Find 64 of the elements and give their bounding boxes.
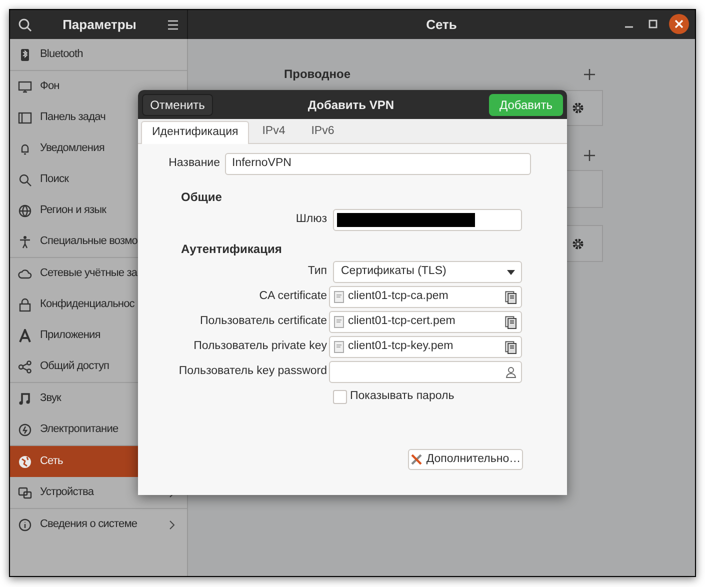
checkbox[interactable]: Показывать пароль	[333, 388, 454, 406]
settings-icon[interactable]	[571, 101, 585, 115]
sidebar-item[interactable]: Конфиденциальнос	[10, 289, 187, 320]
share-icon	[18, 360, 32, 374]
sidebar-item[interactable]: Сведения о системе	[10, 509, 187, 540]
field-label: CA certificate	[258, 289, 327, 304]
sidebar-item[interactable]: Устройства	[10, 477, 187, 508]
tab[interactable]: IPv6	[298, 120, 348, 143]
field-label: Пользователь certificate	[198, 314, 327, 330]
power-icon	[18, 422, 32, 436]
panel-icon	[18, 110, 32, 124]
add-icon[interactable]	[584, 68, 595, 80]
file-chooser[interactable]: client01-tcp-ca.pem	[329, 286, 522, 308]
sidebar-item[interactable]: Bluetooth	[10, 39, 187, 70]
search-icon[interactable]	[18, 18, 32, 32]
letter-a-icon	[18, 328, 32, 342]
lock-icon	[18, 298, 32, 312]
sidebar-title: Параметры	[62, 16, 136, 34]
field-label: Пользователь private key	[192, 339, 327, 354]
name-field[interactable]: InfernoVPN	[225, 153, 531, 175]
document-icon	[334, 341, 344, 353]
close-icon[interactable]	[669, 14, 689, 34]
phone-icon	[18, 48, 32, 62]
sidebar-item[interactable]: Сетевые учётные за	[10, 258, 187, 289]
group-heading: Общие	[181, 190, 222, 204]
search-icon	[18, 172, 32, 186]
sidebar-item[interactable]: Звук	[10, 383, 187, 414]
dropdown[interactable]: Сертификаты (TLS)	[333, 261, 522, 283]
chevron-right-icon	[169, 520, 175, 530]
advanced-button[interactable]: Дополнительно…	[408, 449, 523, 470]
info-icon	[18, 518, 32, 532]
sidebar-item[interactable]: Приложения	[10, 320, 187, 351]
tab[interactable]: Идентификация	[141, 121, 250, 144]
settings-icon[interactable]	[571, 236, 585, 250]
documents-icon[interactable]	[505, 316, 517, 328]
dropdown-arrow-icon	[507, 270, 515, 274]
field-label: Шлюз	[294, 212, 327, 228]
file-chooser[interactable]: client01-tcp-key.pem	[329, 336, 522, 358]
section-heading: Проводное	[284, 66, 351, 83]
person-icon	[18, 234, 32, 248]
menu-icon[interactable]	[167, 20, 179, 30]
field-label: Тип	[306, 264, 327, 280]
monitor-icon	[18, 80, 32, 94]
music-note-icon	[18, 392, 32, 406]
document-icon	[334, 316, 344, 328]
sidebar-item[interactable]: Электропитание	[10, 414, 187, 445]
dialog-title: Добавить VPN	[306, 96, 396, 114]
gateway-field[interactable]	[333, 209, 522, 231]
documents-icon[interactable]	[505, 290, 517, 304]
cloud-icon	[18, 266, 32, 280]
user-icon[interactable]	[505, 366, 517, 378]
tab[interactable]: IPv4	[249, 120, 298, 143]
file-chooser[interactable]: client01-tcp-cert.pem	[329, 311, 522, 333]
add-icon[interactable]	[584, 150, 595, 161]
document-icon	[334, 291, 344, 303]
password-field[interactable]	[329, 361, 522, 383]
devices-icon	[18, 486, 32, 500]
field-label: Пользователь key password	[178, 364, 327, 380]
tools-icon	[410, 453, 424, 466]
documents-icon[interactable]	[505, 340, 517, 354]
group-heading: Аутентификация	[181, 242, 282, 256]
window-title: Сеть	[425, 16, 458, 34]
cancel-button[interactable]: Отменить	[142, 94, 213, 116]
field-label: Название	[168, 156, 220, 172]
